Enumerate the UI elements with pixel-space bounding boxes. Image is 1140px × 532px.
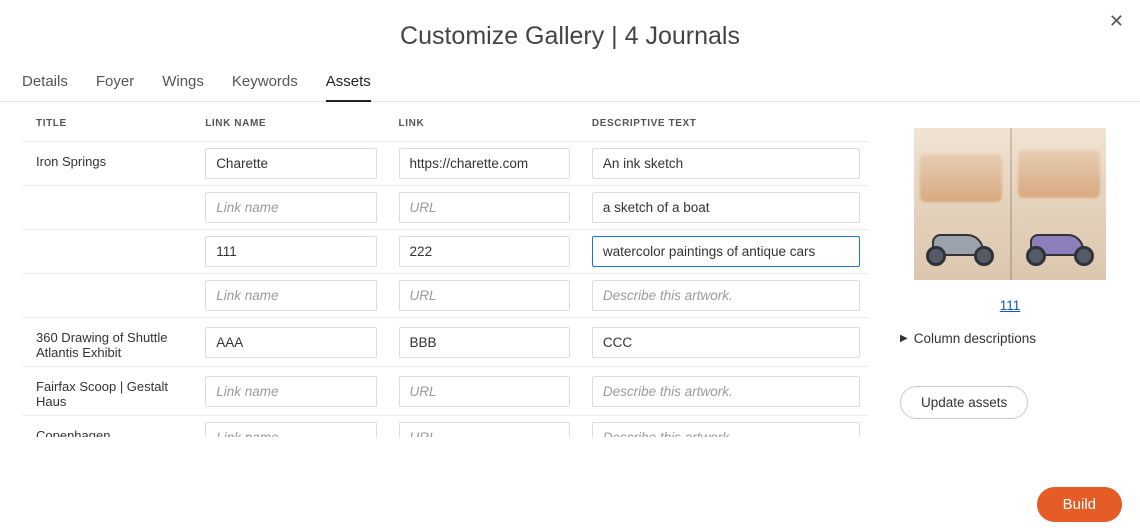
link-name-input[interactable] [205,192,376,223]
link-name-input[interactable] [205,236,376,267]
page-title: Customize Gallery | 4 Journals [0,0,1140,51]
link-url-input[interactable] [399,327,570,358]
table-row [22,230,868,274]
build-button[interactable]: Build [1037,487,1122,522]
link-name-input[interactable] [205,148,376,179]
col-header-desc: Descriptive Text [578,102,868,142]
table-row: Copenhagen [22,416,868,438]
tab-wings[interactable]: Wings [162,73,204,101]
link-name-input[interactable] [205,376,376,407]
desc-input[interactable] [592,148,860,179]
link-name-input[interactable] [205,327,376,358]
link-name-input[interactable] [205,280,376,311]
link-url-input[interactable] [399,280,570,311]
link-url-input[interactable] [399,236,570,267]
row-title: Fairfax Scoop | Gestalt Haus [22,367,191,416]
asset-caption-link[interactable]: 111 [1000,298,1021,313]
assets-table-scroll[interactable]: Title Link Name Link Descriptive Text Ir… [22,102,880,437]
table-row: Iron Springs [22,142,868,186]
update-assets-button[interactable]: Update assets [900,386,1028,419]
col-header-title: Title [22,102,191,142]
tab-assets[interactable]: Assets [326,73,371,102]
link-name-input[interactable] [205,422,376,437]
tab-foyer[interactable]: Foyer [96,73,134,101]
table-row [22,274,868,318]
link-url-input[interactable] [399,422,570,437]
asset-preview-image [914,128,1106,280]
table-row: Fairfax Scoop | Gestalt Haus [22,367,868,416]
col-header-link: Link [385,102,578,142]
col-header-linkname: Link Name [191,102,384,142]
chevron-right-icon: ▶ [900,333,908,344]
desc-input[interactable] [592,192,860,223]
row-title [22,230,191,274]
column-descriptions-disclosure[interactable]: ▶ Column descriptions [900,331,1036,346]
row-title [22,274,191,318]
tab-details[interactable]: Details [22,73,68,101]
desc-input[interactable] [592,280,860,311]
table-row: 360 Drawing of Shuttle Atlantis Exhibit [22,318,868,367]
close-icon[interactable]: ✕ [1109,12,1124,30]
table-row [22,186,868,230]
tab-keywords[interactable]: Keywords [232,73,298,101]
desc-input[interactable] [592,422,860,437]
link-url-input[interactable] [399,148,570,179]
desc-input[interactable] [592,327,860,358]
link-url-input[interactable] [399,192,570,223]
link-url-input[interactable] [399,376,570,407]
row-title: Iron Springs [22,142,191,186]
desc-input[interactable] [592,236,860,267]
row-title [22,186,191,230]
column-descriptions-label: Column descriptions [914,331,1036,346]
row-title: 360 Drawing of Shuttle Atlantis Exhibit [22,318,191,367]
row-title: Copenhagen [22,416,191,438]
desc-input[interactable] [592,376,860,407]
assets-table: Title Link Name Link Descriptive Text Ir… [22,102,868,437]
tab-bar: Details Foyer Wings Keywords Assets [0,51,1140,102]
